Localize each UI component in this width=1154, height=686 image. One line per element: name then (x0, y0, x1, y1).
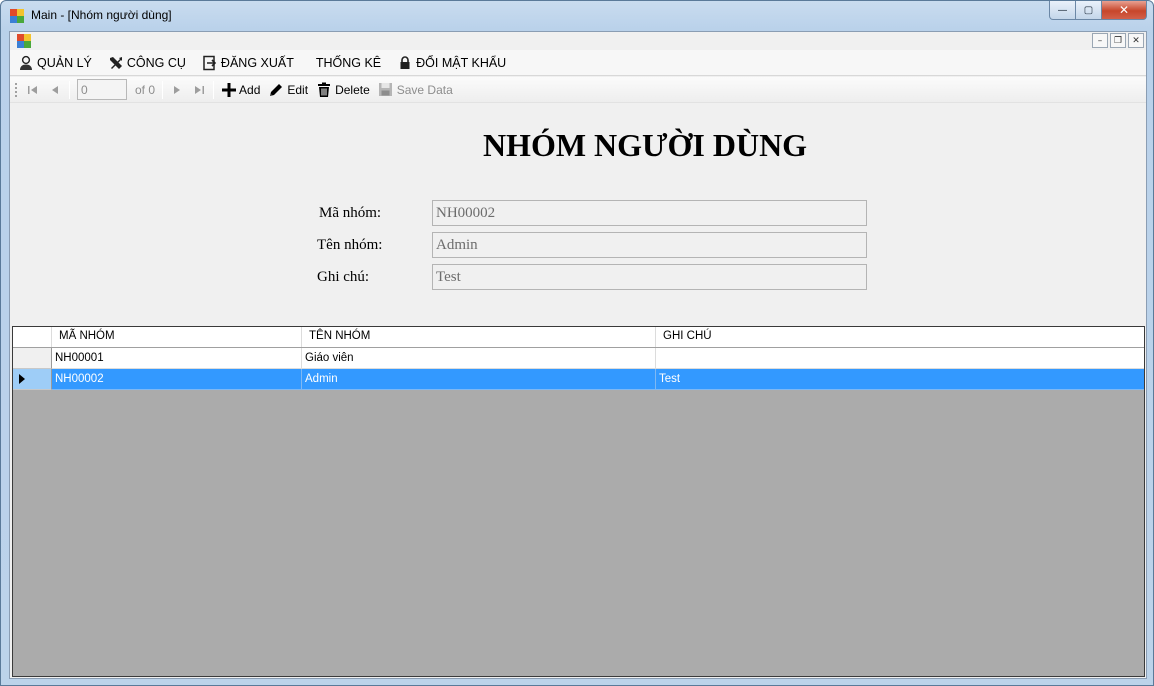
menu-quan-ly-label: QUẢN LÝ (37, 55, 92, 70)
toolbar-separator (69, 80, 70, 99)
move-next-button[interactable] (166, 79, 188, 101)
menu-quan-ly[interactable]: QUẢN LÝ (10, 52, 100, 74)
mdi-child-controls: – ❐ ✕ (1092, 33, 1144, 48)
menu-thong-ke-label: THỐNG KÊ (315, 55, 382, 70)
edit-button[interactable]: Edit (264, 79, 312, 101)
menu-cong-cu[interactable]: CÔNG CỤ (100, 52, 194, 74)
title-bar[interactable]: Main - [Nhóm người dùng] — ▢ ✕ (1, 1, 1153, 31)
column-header-ghi-chu[interactable]: GHI CHÚ (656, 327, 1144, 347)
grid-corner-header[interactable] (13, 327, 52, 347)
count-label: of 0 (135, 82, 156, 97)
edit-button-label: Edit (287, 82, 309, 97)
user-icon (18, 55, 34, 71)
mdi-minimize-button[interactable]: – (1092, 33, 1108, 48)
move-last-icon (195, 85, 205, 94)
menu-thong-ke[interactable]: THỐNG KÊ (302, 52, 389, 74)
save-data-button[interactable]: Save Data (374, 79, 457, 101)
add-button-label: Add (239, 82, 261, 97)
main-window: Main - [Nhóm người dùng] — ▢ ✕ – ❐ ✕ QUẢ… (0, 0, 1154, 686)
row-header[interactable] (13, 369, 52, 390)
ma-nhom-field[interactable] (432, 200, 867, 226)
ghi-chu-field[interactable] (432, 264, 867, 290)
mdi-restore-button[interactable]: ❐ (1110, 33, 1126, 48)
toolbar-grip[interactable] (14, 81, 18, 98)
column-header-ten-nhom[interactable]: TÊN NHÓM (302, 327, 656, 347)
row-header[interactable] (13, 348, 52, 369)
toolbar-separator (162, 80, 164, 99)
cell-ma-nhom[interactable]: NH00002 (52, 369, 302, 390)
table-row-selected[interactable]: NH00002 Admin Test (13, 369, 1144, 390)
app-icon[interactable] (10, 9, 24, 23)
mdi-client: – ❐ ✕ QUẢN LÝ CÔNG CỤ ĐĂNG XUẤT THỐNG KÊ… (9, 31, 1147, 679)
ten-nhom-label: Tên nhóm: (317, 237, 383, 253)
delete-button[interactable]: Delete (312, 79, 374, 101)
add-button[interactable]: Add (217, 79, 264, 101)
mdi-child-icon[interactable] (17, 34, 31, 48)
cell-ten-nhom[interactable]: Admin (302, 369, 656, 390)
toolbar-separator (213, 80, 215, 99)
tools-icon (108, 55, 124, 71)
trash-icon (318, 82, 331, 97)
grid-header-row: MÃ NHÓM TÊN NHÓM GHI CHÚ (13, 327, 1144, 348)
menu-dang-xuat[interactable]: ĐĂNG XUẤT (194, 52, 302, 74)
menu-dang-xuat-label: ĐĂNG XUẤT (220, 55, 294, 70)
ma-nhom-label: Mã nhóm: (319, 205, 382, 221)
move-next-icon (174, 85, 181, 94)
lock-icon (397, 55, 413, 71)
binding-navigator: of 0 Add Edit Delete Sa (10, 77, 1146, 103)
table-row[interactable]: NH00001 Giáo viên (13, 348, 1144, 369)
cell-ma-nhom[interactable]: NH00001 (52, 348, 302, 369)
menu-cong-cu-label: CÔNG CỤ (126, 55, 186, 70)
menu-bar: QUẢN LÝ CÔNG CỤ ĐĂNG XUẤT THỐNG KÊ ĐỔI M… (10, 50, 1146, 76)
save-data-button-label: Save Data (396, 82, 453, 97)
column-header-ma-nhom[interactable]: MÃ NHÓM (52, 327, 302, 347)
data-grid[interactable]: MÃ NHÓM TÊN NHÓM GHI CHÚ NH00001 Giáo vi… (12, 326, 1145, 677)
window-title: Main - [Nhóm người dùng] (31, 8, 172, 22)
position-input[interactable] (77, 79, 127, 100)
cell-ten-nhom[interactable]: Giáo viên (302, 348, 656, 369)
ten-nhom-field[interactable] (432, 232, 867, 258)
move-last-button[interactable] (188, 79, 210, 101)
cell-ghi-chu[interactable]: Test (656, 369, 1144, 390)
plus-icon (222, 82, 237, 97)
page-title: NHÓM NGƯỜI DÙNG (482, 127, 808, 163)
logout-icon (202, 55, 218, 71)
pencil-icon (270, 83, 283, 96)
menu-doi-mat-khau-label: ĐỔI MẬT KHẨU (416, 55, 507, 70)
ghi-chu-label: Ghi chú: (317, 269, 370, 285)
mdi-close-button[interactable]: ✕ (1128, 33, 1144, 48)
move-first-button[interactable] (22, 79, 44, 101)
move-first-icon (28, 85, 37, 94)
move-previous-button[interactable] (44, 79, 66, 101)
minimize-button[interactable]: — (1049, 1, 1076, 20)
current-row-arrow-icon (19, 374, 25, 384)
floppy-disk-icon (378, 83, 392, 96)
menu-doi-mat-khau[interactable]: ĐỔI MẬT KHẨU (389, 52, 514, 74)
close-button[interactable]: ✕ (1102, 1, 1147, 20)
mdi-child-bar: – ❐ ✕ (10, 32, 1146, 50)
maximize-button[interactable]: ▢ (1076, 1, 1102, 20)
window-controls: — ▢ ✕ (1049, 1, 1147, 21)
move-previous-icon (52, 85, 58, 94)
cell-ghi-chu[interactable] (656, 348, 1144, 369)
delete-button-label: Delete (335, 82, 370, 97)
